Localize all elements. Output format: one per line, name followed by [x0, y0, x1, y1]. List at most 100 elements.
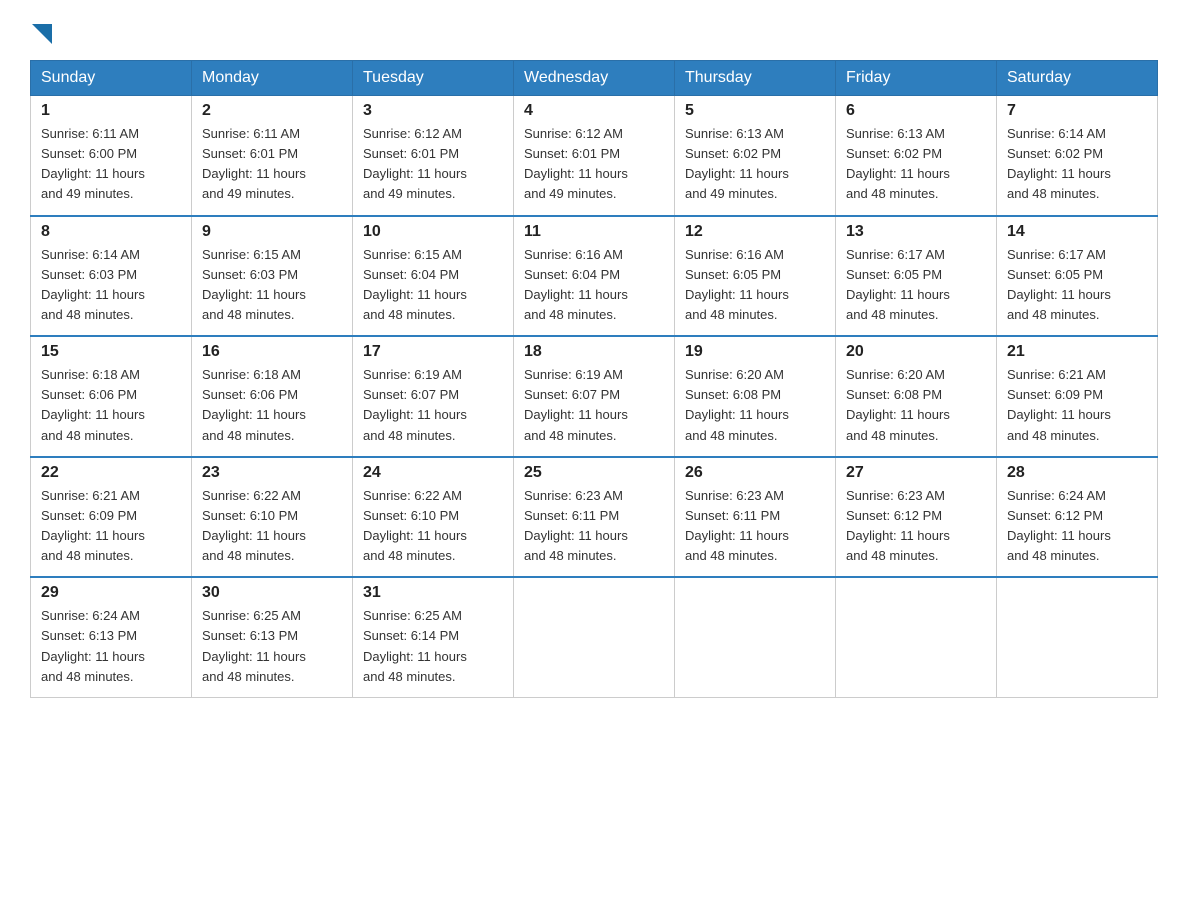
day-number: 6 [846, 102, 986, 120]
page-header [30, 20, 1158, 42]
weekday-header-sunday: Sunday [31, 61, 192, 96]
day-info: Sunrise: 6:20 AMSunset: 6:08 PMDaylight:… [685, 365, 825, 446]
weekday-header-row: SundayMondayTuesdayWednesdayThursdayFrid… [31, 61, 1158, 96]
day-info: Sunrise: 6:12 AMSunset: 6:01 PMDaylight:… [524, 124, 664, 205]
day-cell-8: 8 Sunrise: 6:14 AMSunset: 6:03 PMDayligh… [31, 216, 192, 337]
day-number: 23 [202, 464, 342, 482]
logo-arrow-icon [32, 24, 52, 44]
day-number: 26 [685, 464, 825, 482]
day-cell-3: 3 Sunrise: 6:12 AMSunset: 6:01 PMDayligh… [353, 96, 514, 216]
empty-cell [675, 577, 836, 697]
day-number: 20 [846, 343, 986, 361]
day-info: Sunrise: 6:20 AMSunset: 6:08 PMDaylight:… [846, 365, 986, 446]
day-cell-12: 12 Sunrise: 6:16 AMSunset: 6:05 PMDaylig… [675, 216, 836, 337]
day-info: Sunrise: 6:14 AMSunset: 6:03 PMDaylight:… [41, 245, 181, 326]
day-number: 11 [524, 223, 664, 241]
day-info: Sunrise: 6:18 AMSunset: 6:06 PMDaylight:… [202, 365, 342, 446]
day-info: Sunrise: 6:13 AMSunset: 6:02 PMDaylight:… [846, 124, 986, 205]
day-cell-10: 10 Sunrise: 6:15 AMSunset: 6:04 PMDaylig… [353, 216, 514, 337]
day-number: 25 [524, 464, 664, 482]
day-cell-22: 22 Sunrise: 6:21 AMSunset: 6:09 PMDaylig… [31, 457, 192, 578]
day-number: 18 [524, 343, 664, 361]
week-row-2: 8 Sunrise: 6:14 AMSunset: 6:03 PMDayligh… [31, 216, 1158, 337]
day-cell-20: 20 Sunrise: 6:20 AMSunset: 6:08 PMDaylig… [836, 336, 997, 457]
day-info: Sunrise: 6:24 AMSunset: 6:13 PMDaylight:… [41, 606, 181, 687]
day-cell-11: 11 Sunrise: 6:16 AMSunset: 6:04 PMDaylig… [514, 216, 675, 337]
day-info: Sunrise: 6:16 AMSunset: 6:05 PMDaylight:… [685, 245, 825, 326]
day-cell-7: 7 Sunrise: 6:14 AMSunset: 6:02 PMDayligh… [997, 96, 1158, 216]
day-number: 22 [41, 464, 181, 482]
day-number: 30 [202, 584, 342, 602]
day-info: Sunrise: 6:25 AMSunset: 6:13 PMDaylight:… [202, 606, 342, 687]
day-number: 29 [41, 584, 181, 602]
day-info: Sunrise: 6:19 AMSunset: 6:07 PMDaylight:… [524, 365, 664, 446]
day-cell-25: 25 Sunrise: 6:23 AMSunset: 6:11 PMDaylig… [514, 457, 675, 578]
day-cell-26: 26 Sunrise: 6:23 AMSunset: 6:11 PMDaylig… [675, 457, 836, 578]
day-info: Sunrise: 6:18 AMSunset: 6:06 PMDaylight:… [41, 365, 181, 446]
day-number: 7 [1007, 102, 1147, 120]
day-cell-13: 13 Sunrise: 6:17 AMSunset: 6:05 PMDaylig… [836, 216, 997, 337]
day-info: Sunrise: 6:13 AMSunset: 6:02 PMDaylight:… [685, 124, 825, 205]
weekday-header-thursday: Thursday [675, 61, 836, 96]
day-number: 14 [1007, 223, 1147, 241]
day-info: Sunrise: 6:19 AMSunset: 6:07 PMDaylight:… [363, 365, 503, 446]
logo [30, 20, 52, 42]
week-row-1: 1 Sunrise: 6:11 AMSunset: 6:00 PMDayligh… [31, 96, 1158, 216]
empty-cell [836, 577, 997, 697]
day-cell-9: 9 Sunrise: 6:15 AMSunset: 6:03 PMDayligh… [192, 216, 353, 337]
day-info: Sunrise: 6:12 AMSunset: 6:01 PMDaylight:… [363, 124, 503, 205]
day-cell-27: 27 Sunrise: 6:23 AMSunset: 6:12 PMDaylig… [836, 457, 997, 578]
day-number: 24 [363, 464, 503, 482]
day-cell-23: 23 Sunrise: 6:22 AMSunset: 6:10 PMDaylig… [192, 457, 353, 578]
day-info: Sunrise: 6:24 AMSunset: 6:12 PMDaylight:… [1007, 486, 1147, 567]
day-cell-1: 1 Sunrise: 6:11 AMSunset: 6:00 PMDayligh… [31, 96, 192, 216]
day-info: Sunrise: 6:15 AMSunset: 6:03 PMDaylight:… [202, 245, 342, 326]
day-number: 5 [685, 102, 825, 120]
empty-cell [997, 577, 1158, 697]
day-cell-15: 15 Sunrise: 6:18 AMSunset: 6:06 PMDaylig… [31, 336, 192, 457]
day-cell-29: 29 Sunrise: 6:24 AMSunset: 6:13 PMDaylig… [31, 577, 192, 697]
day-number: 10 [363, 223, 503, 241]
day-info: Sunrise: 6:17 AMSunset: 6:05 PMDaylight:… [846, 245, 986, 326]
day-number: 19 [685, 343, 825, 361]
day-info: Sunrise: 6:17 AMSunset: 6:05 PMDaylight:… [1007, 245, 1147, 326]
day-cell-5: 5 Sunrise: 6:13 AMSunset: 6:02 PMDayligh… [675, 96, 836, 216]
day-info: Sunrise: 6:22 AMSunset: 6:10 PMDaylight:… [202, 486, 342, 567]
weekday-header-friday: Friday [836, 61, 997, 96]
day-number: 15 [41, 343, 181, 361]
day-info: Sunrise: 6:15 AMSunset: 6:04 PMDaylight:… [363, 245, 503, 326]
day-number: 17 [363, 343, 503, 361]
day-info: Sunrise: 6:23 AMSunset: 6:12 PMDaylight:… [846, 486, 986, 567]
day-number: 13 [846, 223, 986, 241]
day-cell-6: 6 Sunrise: 6:13 AMSunset: 6:02 PMDayligh… [836, 96, 997, 216]
day-info: Sunrise: 6:22 AMSunset: 6:10 PMDaylight:… [363, 486, 503, 567]
week-row-4: 22 Sunrise: 6:21 AMSunset: 6:09 PMDaylig… [31, 457, 1158, 578]
day-info: Sunrise: 6:11 AMSunset: 6:00 PMDaylight:… [41, 124, 181, 205]
day-number: 4 [524, 102, 664, 120]
day-info: Sunrise: 6:21 AMSunset: 6:09 PMDaylight:… [1007, 365, 1147, 446]
calendar-table: SundayMondayTuesdayWednesdayThursdayFrid… [30, 60, 1158, 698]
day-cell-21: 21 Sunrise: 6:21 AMSunset: 6:09 PMDaylig… [997, 336, 1158, 457]
day-number: 28 [1007, 464, 1147, 482]
day-number: 3 [363, 102, 503, 120]
day-cell-19: 19 Sunrise: 6:20 AMSunset: 6:08 PMDaylig… [675, 336, 836, 457]
day-number: 2 [202, 102, 342, 120]
day-number: 27 [846, 464, 986, 482]
weekday-header-wednesday: Wednesday [514, 61, 675, 96]
week-row-5: 29 Sunrise: 6:24 AMSunset: 6:13 PMDaylig… [31, 577, 1158, 697]
day-cell-2: 2 Sunrise: 6:11 AMSunset: 6:01 PMDayligh… [192, 96, 353, 216]
weekday-header-saturday: Saturday [997, 61, 1158, 96]
day-cell-30: 30 Sunrise: 6:25 AMSunset: 6:13 PMDaylig… [192, 577, 353, 697]
day-number: 16 [202, 343, 342, 361]
day-number: 1 [41, 102, 181, 120]
day-number: 12 [685, 223, 825, 241]
week-row-3: 15 Sunrise: 6:18 AMSunset: 6:06 PMDaylig… [31, 336, 1158, 457]
day-cell-28: 28 Sunrise: 6:24 AMSunset: 6:12 PMDaylig… [997, 457, 1158, 578]
day-cell-24: 24 Sunrise: 6:22 AMSunset: 6:10 PMDaylig… [353, 457, 514, 578]
weekday-header-monday: Monday [192, 61, 353, 96]
day-info: Sunrise: 6:14 AMSunset: 6:02 PMDaylight:… [1007, 124, 1147, 205]
day-number: 8 [41, 223, 181, 241]
day-cell-14: 14 Sunrise: 6:17 AMSunset: 6:05 PMDaylig… [997, 216, 1158, 337]
day-cell-16: 16 Sunrise: 6:18 AMSunset: 6:06 PMDaylig… [192, 336, 353, 457]
day-info: Sunrise: 6:23 AMSunset: 6:11 PMDaylight:… [524, 486, 664, 567]
